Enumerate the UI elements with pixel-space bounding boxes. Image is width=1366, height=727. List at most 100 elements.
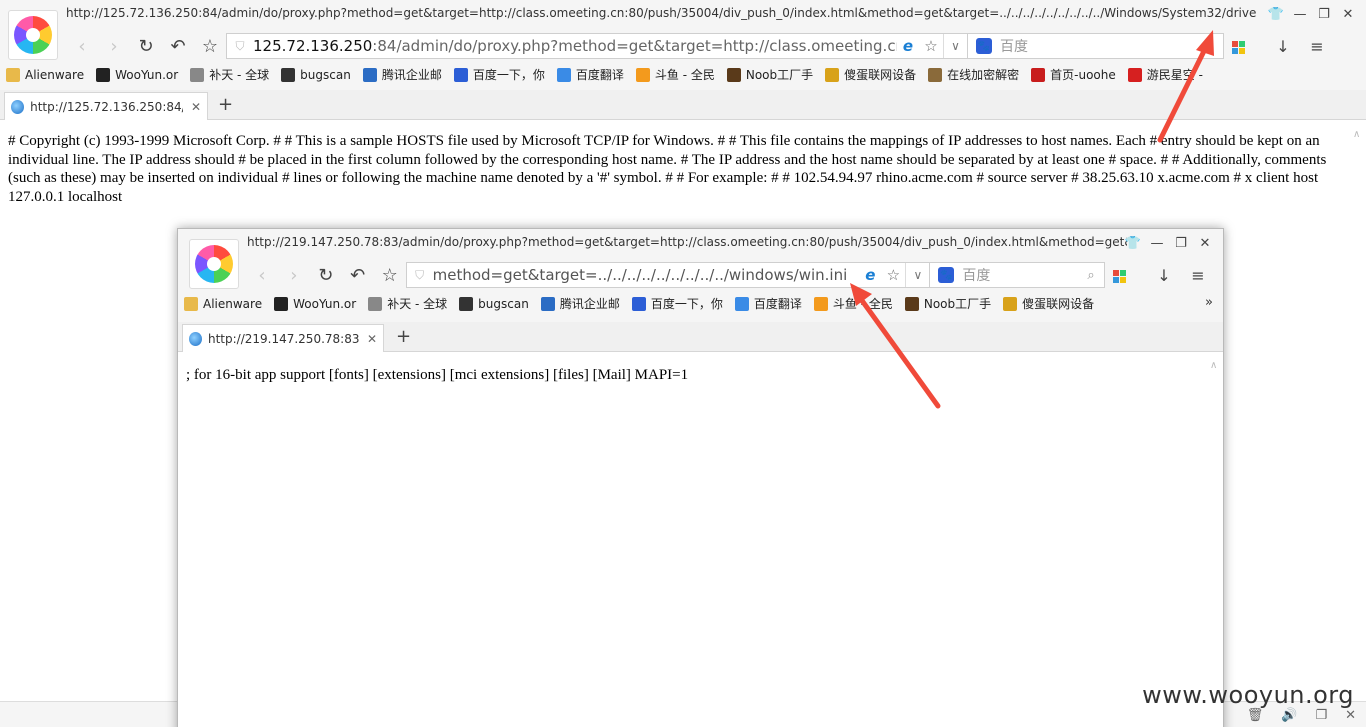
bookmark-item[interactable]: 斗鱼 - 全民 — [813, 295, 893, 312]
tab-close-icon[interactable]: ✕ — [191, 100, 201, 114]
undo-close-button[interactable]: ↶ — [162, 32, 194, 60]
back-button[interactable]: ‹ — [66, 32, 98, 60]
back-button[interactable]: ‹ — [246, 261, 278, 289]
address-dropdown-button[interactable]: ∨ — [905, 263, 929, 287]
scroll-up-icon[interactable]: ∧ — [1210, 360, 1217, 371]
ie-engine-icon[interactable]: e — [897, 37, 919, 55]
download-icon[interactable]: ↓ — [1266, 37, 1300, 56]
bookmark-item[interactable]: 斗鱼 - 全民 — [635, 66, 715, 83]
bookmark-label: 补天 - 全球 — [387, 297, 448, 311]
tab-close-icon[interactable]: ✕ — [367, 332, 377, 346]
skin-icon[interactable]: 👕 — [1264, 4, 1288, 24]
download-icon[interactable]: ↓ — [1147, 266, 1181, 285]
bookmark-item[interactable]: 腾讯企业邮 — [362, 66, 442, 83]
forward-button[interactable]: › — [98, 32, 130, 60]
apps-grid-icon[interactable] — [1232, 37, 1266, 56]
butian-icon — [368, 296, 383, 311]
bookmark-label: WooYun.or — [293, 296, 357, 311]
inner-address-text[interactable]: method=get&target=../../../../../../../.… — [433, 266, 860, 284]
outer-titlebar: http://125.72.136.250:84/admin/do/proxy.… — [0, 0, 1366, 90]
bookmark-item[interactable]: 百度翻译 — [734, 295, 802, 312]
bookmark-label: bugscan — [478, 296, 529, 311]
volume-icon[interactable]: 🔊 — [1281, 708, 1297, 723]
reload-button[interactable]: ↻ — [130, 32, 162, 60]
bookmark-label: 斗鱼 - 全民 — [832, 297, 893, 311]
address-dropdown-button[interactable]: ∨ — [943, 34, 967, 58]
favorite-star-button[interactable]: ☆ — [374, 261, 406, 289]
search-placeholder[interactable]: 百度 — [962, 265, 1078, 285]
bookmarks-more-button[interactable]: » — [1205, 295, 1213, 310]
bookmark-label: Alienware — [203, 296, 263, 311]
outer-tab-bar: http://125.72.136.250:84/a ✕ + — [0, 90, 1366, 120]
bookmark-item[interactable]: Alienware — [6, 67, 84, 82]
inner-title-url: http://219.147.250.78:83/admin/do/proxy.… — [247, 235, 1127, 249]
globe-icon — [189, 331, 202, 346]
minimize-button[interactable]: — — [1288, 4, 1312, 24]
bookmark-item[interactable]: 游民星空 - — [1127, 66, 1203, 83]
ie-engine-icon[interactable]: e — [859, 266, 881, 284]
bookmark-item[interactable]: 百度一下，你 — [631, 295, 723, 312]
bookmark-item[interactable]: Noob工厂手 — [726, 66, 813, 83]
bookmark-item[interactable]: 傻蛋联网设备 — [1003, 295, 1094, 312]
skin-icon[interactable]: 👕 — [1121, 233, 1145, 253]
inner-address-bar[interactable]: ⛉ method=get&target=../../../../../../..… — [405, 262, 931, 288]
outer-search-box[interactable]: 🐾 百度 ⌕ — [968, 33, 1224, 59]
restore-icon[interactable]: ❐ — [1315, 708, 1327, 723]
bookmark-item[interactable]: 百度翻译 — [556, 66, 624, 83]
menu-icon[interactable]: ≡ — [1181, 266, 1215, 285]
reload-button[interactable]: ↻ — [310, 261, 342, 289]
globe-icon — [11, 99, 25, 114]
inner-tab-active[interactable]: http://219.147.250.78:83/a ✕ — [182, 324, 384, 352]
scroll-up-icon[interactable]: ∧ — [1353, 129, 1360, 140]
bookmark-item[interactable]: bugscan — [281, 67, 351, 82]
bookmark-item[interactable]: Noob工厂手 — [904, 295, 991, 312]
outer-tab-active[interactable]: http://125.72.136.250:84/a ✕ — [4, 92, 208, 120]
bookmark-item[interactable]: 百度一下，你 — [453, 66, 545, 83]
search-icon[interactable]: ⌕ — [1078, 268, 1104, 283]
new-tab-button[interactable]: + — [396, 326, 411, 347]
bookmark-label: 腾讯企业邮 — [381, 68, 442, 82]
bookmark-item[interactable]: Alienware — [184, 296, 263, 311]
close-button[interactable]: ✕ — [1336, 4, 1360, 24]
menu-icon[interactable]: ≡ — [1300, 37, 1334, 56]
bookmark-star-icon[interactable]: ☆ — [881, 266, 905, 284]
tencent-mail-icon — [362, 67, 377, 82]
bookmark-item[interactable]: 傻蛋联网设备 — [825, 66, 916, 83]
inner-tab-bar: http://219.147.250.78:83/a ✕ + — [178, 322, 1223, 352]
bookmark-item[interactable]: 补天 - 全球 — [368, 295, 447, 312]
inner-search-box[interactable]: 🐾 百度 ⌕ — [930, 262, 1105, 288]
bookmark-item[interactable]: WooYun.or — [96, 67, 178, 82]
magnifier-icon — [459, 296, 474, 311]
outer-address-text[interactable]: 125.72.136.250:84/admin/do/proxy.php?met… — [253, 37, 897, 55]
inner-scrollbar[interactable]: ∧ — [1207, 352, 1223, 727]
undo-close-button[interactable]: ↶ — [342, 261, 374, 289]
favorite-star-button[interactable]: ☆ — [194, 32, 226, 60]
bookmark-label: 游民星空 - — [1146, 68, 1203, 82]
apps-grid-icon[interactable] — [1112, 266, 1147, 285]
close-button[interactable]: ✕ — [1193, 233, 1217, 253]
egg-icon — [825, 67, 840, 82]
bookmark-item[interactable]: 在线加密解密 — [928, 66, 1019, 83]
search-placeholder[interactable]: 百度 — [1000, 36, 1197, 56]
new-tab-button[interactable]: + — [218, 94, 233, 115]
status-icons: 🗑 🔊 ❐ ✕ — [1247, 708, 1356, 723]
search-icon[interactable]: ⌕ — [1197, 39, 1223, 54]
bookmark-item[interactable]: 补天 - 全球 — [190, 66, 269, 83]
bookmark-item[interactable]: 首页-uoohe — [1031, 66, 1116, 83]
outer-address-bar[interactable]: ⛉ 125.72.136.250:84/admin/do/proxy.php?m… — [226, 33, 968, 59]
forward-button[interactable]: › — [278, 261, 310, 289]
browser-logo-icon[interactable] — [8, 10, 58, 60]
maximize-button[interactable]: ❐ — [1312, 4, 1336, 24]
delete-icon[interactable]: ✕ — [1345, 708, 1356, 723]
noob-icon — [904, 296, 919, 311]
trash-icon[interactable]: 🗑 — [1247, 708, 1264, 723]
bookmark-star-icon[interactable]: ☆ — [919, 37, 943, 55]
hosts-file-text: # Copyright (c) 1993-1999 Microsoft Corp… — [8, 133, 1327, 205]
outer-scrollbar[interactable]: ∧ — [1350, 121, 1366, 727]
browser-logo-icon[interactable] — [189, 239, 239, 289]
minimize-button[interactable]: — — [1145, 233, 1169, 253]
maximize-button[interactable]: ❐ — [1169, 233, 1193, 253]
bookmark-item[interactable]: bugscan — [459, 296, 529, 311]
bookmark-item[interactable]: 腾讯企业邮 — [540, 295, 620, 312]
bookmark-item[interactable]: WooYun.or — [274, 296, 357, 311]
